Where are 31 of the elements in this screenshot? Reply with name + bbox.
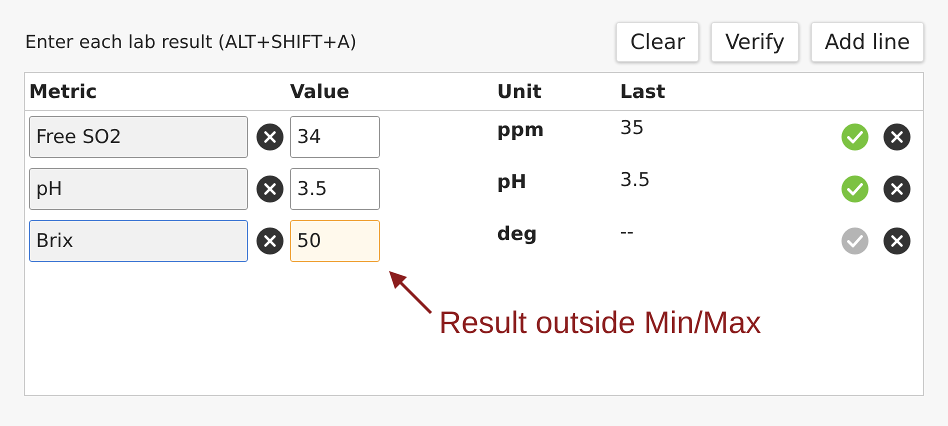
value-field[interactable]: 50 <box>290 220 380 262</box>
clear-icon[interactable] <box>256 227 284 255</box>
check-icon[interactable] <box>841 123 869 151</box>
last-value: 3.5 <box>620 168 652 191</box>
unit-label: pH <box>497 170 528 193</box>
metric-field[interactable]: pH <box>29 168 248 210</box>
value-field[interactable]: 34 <box>290 116 380 158</box>
check-icon[interactable] <box>841 227 869 255</box>
last-value: -- <box>620 220 635 243</box>
check-icon[interactable] <box>841 175 869 203</box>
column-header: Value <box>290 80 350 102</box>
metric-field[interactable]: Brix <box>29 220 248 262</box>
annotation-text: Result outside Min/Max <box>439 305 762 341</box>
column-header: Metric <box>28 80 98 102</box>
column-header: Unit <box>497 80 543 102</box>
column-header: Last <box>620 80 666 102</box>
unit-label: ppm <box>497 118 545 141</box>
clear-icon[interactable] <box>256 123 284 151</box>
metric-field[interactable]: Free SO2 <box>29 116 248 158</box>
arrow <box>387 269 435 317</box>
toolbar-button[interactable]: Add line <box>810 22 924 62</box>
unit-label: deg <box>497 222 538 245</box>
toolbar-button[interactable]: Verify <box>711 22 799 62</box>
value-field[interactable]: 3.5 <box>290 168 380 210</box>
clear-icon[interactable] <box>883 175 911 203</box>
clear-icon[interactable] <box>883 227 911 255</box>
clear-icon[interactable] <box>256 175 284 203</box>
toolbar-button[interactable]: Clear <box>616 22 700 62</box>
form-title: Enter each lab result (ALT+SHIFT+A) <box>24 32 357 52</box>
clear-icon[interactable] <box>883 123 911 151</box>
last-value: 35 <box>620 116 646 139</box>
